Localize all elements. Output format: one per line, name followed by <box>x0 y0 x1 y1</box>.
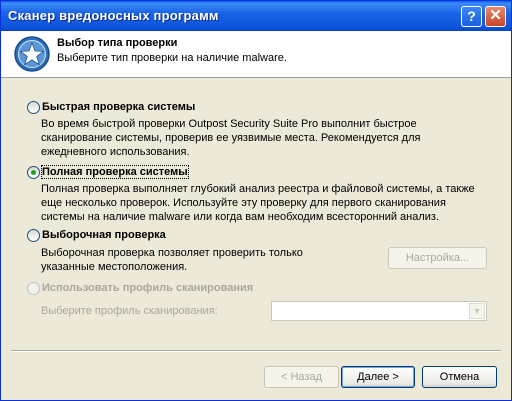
cancel-button[interactable]: Отмена <box>422 366 497 388</box>
description-line: Полная проверка выполняет глубокий анали… <box>41 183 475 195</box>
quick-scan-description: Во время быстрой проверки Outpost Securi… <box>41 117 481 159</box>
scanner-dialog: Сканер вредоносных программ ? ✕ Выбор ти… <box>0 0 512 401</box>
description-line: Во время быстрой проверки Outpost Securi… <box>41 118 417 130</box>
custom-settings-button[interactable]: Настройка... <box>388 247 487 269</box>
profile-select[interactable]: ▼ <box>271 301 487 321</box>
title-bar[interactable]: Сканер вредоносных программ ? ✕ <box>1 1 511 31</box>
back-button[interactable]: < Назад <box>264 366 339 388</box>
wizard-header: Выбор типа проверки Выберите тип проверк… <box>1 31 511 78</box>
description-line: сканирование системы, проверив ее уязвим… <box>41 132 421 144</box>
header-title: Выбор типа проверки <box>57 37 178 49</box>
close-icon: ✕ <box>489 7 502 24</box>
window-title: Сканер вредоносных программ <box>8 8 219 23</box>
profile-scan-label[interactable]: Использовать профиль сканирования <box>42 282 253 294</box>
header-subtitle: Выберите тип проверки на наличие malware… <box>57 52 287 64</box>
full-scan-label[interactable]: Полная проверка системы <box>41 165 189 179</box>
custom-scan-radio[interactable] <box>27 229 40 242</box>
next-button[interactable]: Далее > <box>341 366 415 388</box>
chevron-down-icon[interactable]: ▼ <box>469 303 485 319</box>
close-button[interactable]: ✕ <box>485 6 506 27</box>
quick-scan-radio[interactable] <box>27 101 40 114</box>
full-scan-description: Полная проверка выполняет глубокий анали… <box>41 182 481 224</box>
profile-select-label: Выберите профиль сканирования: <box>41 305 218 317</box>
help-icon: ? <box>467 8 476 24</box>
custom-scan-label[interactable]: Выборочная проверка <box>42 229 166 241</box>
full-scan-radio[interactable] <box>27 166 40 179</box>
help-button[interactable]: ? <box>461 6 482 27</box>
security-star-icon <box>14 36 50 72</box>
profile-scan-radio[interactable] <box>27 282 40 295</box>
description-line: еще несколько проверок. Используйте эту … <box>41 197 446 209</box>
description-line: ежедневного использования. <box>41 146 190 158</box>
quick-scan-label[interactable]: Быстрая проверка системы <box>42 101 195 113</box>
footer-separator <box>11 350 501 352</box>
description-line: системы на наличие malware или когда вам… <box>41 211 440 223</box>
